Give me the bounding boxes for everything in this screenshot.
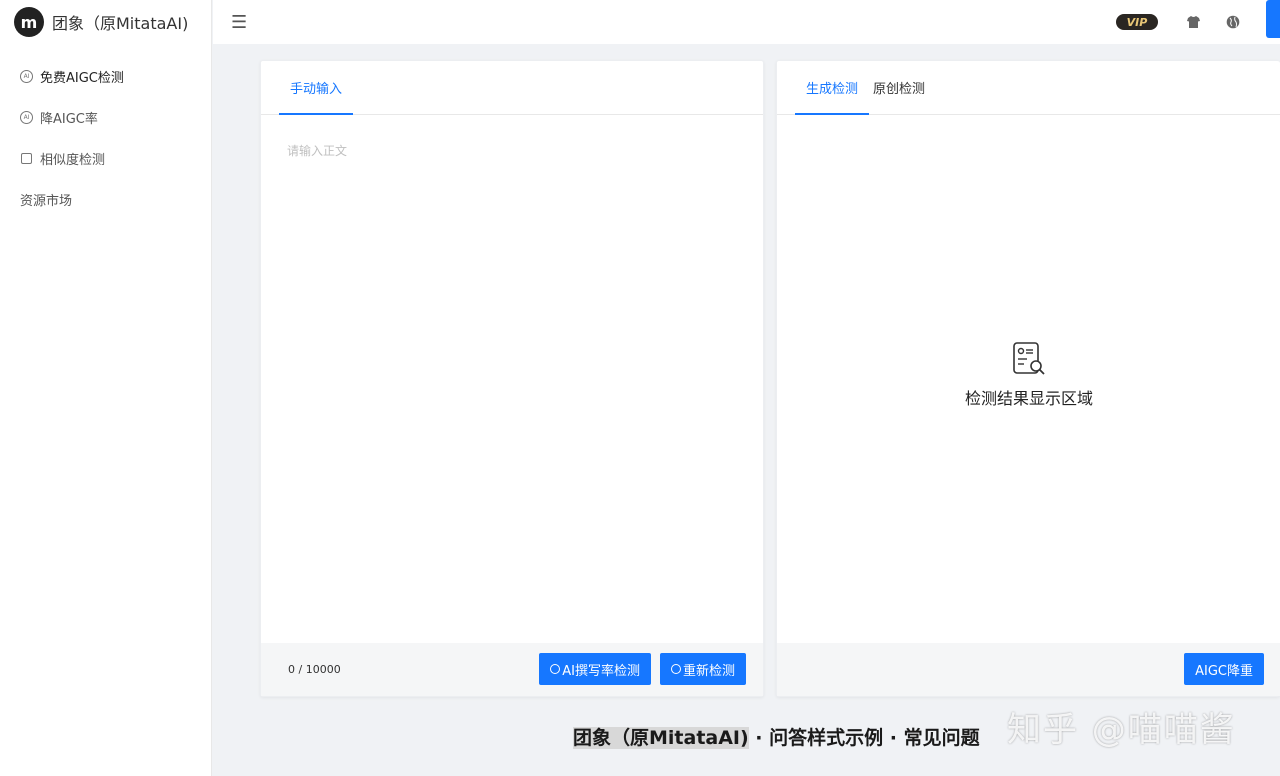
search-icon: [670, 664, 681, 674]
ai-detect-button[interactable]: AI撰写率检测: [539, 653, 651, 685]
sidebar: m 团象（原MitataAI) AI 免费AIGC检测 AI 降AIGC率 相似…: [0, 0, 212, 776]
result-area-label: 检测结果显示区域: [964, 389, 1093, 408]
menu-icon[interactable]: ☰: [231, 12, 247, 33]
caption: 团象（原MitataAI) · 问答样式示例 · 常见问题: [573, 723, 980, 750]
tab-manual-input[interactable]: 手动输入: [279, 60, 354, 115]
document-search-icon: [1011, 341, 1047, 377]
input-tabs: 手动输入: [261, 61, 763, 115]
square-icon: [21, 153, 32, 164]
tab-generation-detect[interactable]: 生成检测: [795, 60, 870, 115]
brand-name: 团象（原MitataAI): [52, 14, 189, 33]
header-actions: VIP: [1116, 0, 1280, 44]
sidebar-nav: AI 免费AIGC检测 AI 降AIGC率 相似度检测 资源市场: [0, 56, 211, 220]
globe-icon[interactable]: [1226, 15, 1240, 29]
top-header: ☰ VIP: [213, 0, 1280, 44]
result-footer: AIGC降重: [777, 643, 1280, 696]
result-buttons: AIGC降重: [1175, 653, 1264, 685]
result-placeholder: 检测结果显示区域: [777, 341, 1280, 409]
char-count: 0 / 10000: [288, 663, 341, 676]
sidebar-item-similarity[interactable]: 相似度检测: [0, 138, 211, 179]
caption-highlight: 团象（原MitataAI): [573, 727, 749, 749]
ai-circle-icon: AI: [20, 111, 33, 124]
redetect-button[interactable]: 重新检测: [659, 653, 746, 685]
ai-circle-icon: AI: [20, 70, 33, 83]
sidebar-item-label: 相似度检测: [40, 153, 106, 168]
header-blue-button[interactable]: [1266, 0, 1280, 38]
sidebar-item-reduce-aigc[interactable]: AI 降AIGC率: [0, 97, 211, 138]
watermark: 知乎 @喵喵酱: [1007, 710, 1236, 750]
sidebar-item-label: 资源市场: [20, 194, 73, 209]
result-panel: 生成检测 原创检测 检测结果显示区域 AIGC降重: [776, 60, 1280, 697]
aigc-reduce-button[interactable]: AIGC降重: [1184, 653, 1264, 685]
sidebar-item-label: 免费AIGC检测: [40, 71, 124, 86]
sidebar-item-resource-market[interactable]: 资源市场: [0, 179, 211, 220]
tab-original-detect[interactable]: 原创检测: [869, 60, 936, 114]
result-tabs: 生成检测 原创检测: [777, 61, 1280, 115]
shirt-icon[interactable]: [1186, 15, 1200, 29]
ai-detect-label: AI撰写率检测: [562, 663, 640, 679]
text-input[interactable]: [261, 116, 763, 643]
vip-badge[interactable]: VIP: [1116, 14, 1158, 30]
input-buttons: AI撰写率检测 重新检测: [530, 653, 746, 685]
logo-icon: m: [14, 7, 44, 37]
input-panel: 手动输入 0 / 10000 AI撰写率检测 重新检测: [260, 60, 764, 697]
sidebar-item-free-aigc-detect[interactable]: AI 免费AIGC检测: [0, 56, 211, 97]
redetect-label: 重新检测: [682, 663, 735, 679]
input-footer: 0 / 10000 AI撰写率检测 重新检测: [261, 643, 763, 696]
caption-rest: · 问答样式示例 · 常见问题: [748, 727, 980, 749]
brand[interactable]: m 团象（原MitataAI): [0, 0, 211, 44]
sidebar-item-label: 降AIGC率: [40, 112, 98, 127]
search-icon: [550, 664, 561, 674]
